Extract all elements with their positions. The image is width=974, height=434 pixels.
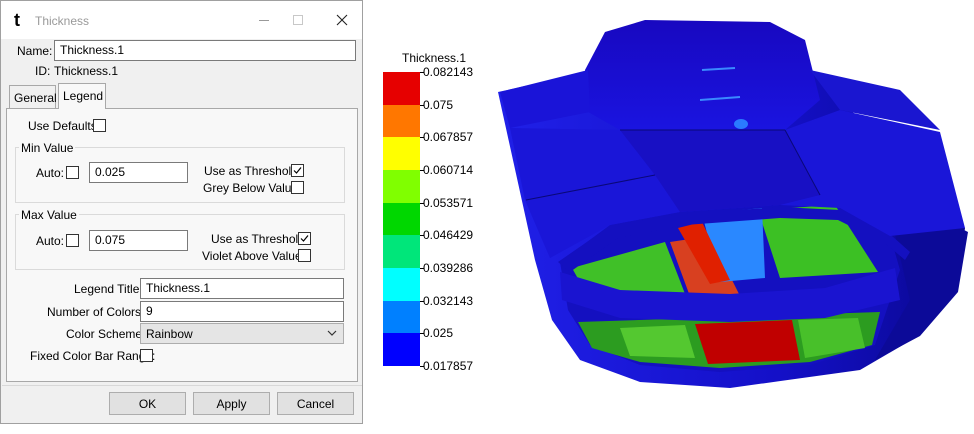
min-value-input[interactable]: 0.025	[89, 162, 188, 183]
name-label: Name:	[17, 44, 53, 58]
fixed-range-checkbox[interactable]	[140, 349, 153, 362]
id-value: Thickness.1	[54, 64, 119, 78]
floor-red	[695, 320, 800, 364]
legend-title: Thickness.1	[402, 51, 467, 65]
name-input[interactable]: Thickness.1	[54, 40, 356, 61]
fixed-range-label: Fixed Color Bar Range:	[30, 349, 156, 363]
ok-button[interactable]: OK	[109, 392, 186, 415]
maximize-icon[interactable]	[283, 8, 313, 32]
chevron-down-icon	[327, 330, 337, 336]
number-of-colors-label: Number of Colors:	[47, 305, 145, 319]
legend-tick-label: 0.032143	[423, 293, 474, 308]
min-threshold-checkbox[interactable]	[291, 164, 304, 177]
thickness-3d-model[interactable]	[480, 0, 974, 434]
max-auto-label: Auto:	[36, 234, 65, 248]
legend-tick-label: 0.017857	[423, 359, 474, 373]
legend-tick-label: 0.046429	[423, 228, 474, 243]
tab-general[interactable]: General	[9, 85, 57, 108]
number-of-colors-input[interactable]: 9	[140, 301, 344, 322]
legend-tick-label: 0.025	[423, 326, 454, 341]
grey-below-label: Grey Below Value:	[203, 181, 302, 195]
title-bar[interactable]: t Thickness	[1, 1, 362, 39]
legend-swatch	[383, 300, 420, 334]
legend-tick-label: 0.067857	[423, 130, 474, 145]
close-icon[interactable]	[327, 8, 357, 32]
checkmark-icon	[300, 235, 309, 242]
apply-button[interactable]: Apply	[193, 392, 270, 415]
color-legend-bar	[383, 72, 420, 366]
min-threshold-label: Use as Threshold:	[204, 164, 302, 178]
violet-above-checkbox[interactable]	[298, 249, 311, 262]
use-defaults-label: Use Defaults:	[28, 119, 101, 133]
violet-above-label: Violet Above Value:	[202, 249, 305, 263]
cancel-button[interactable]: Cancel	[277, 392, 354, 415]
legend-swatch	[383, 104, 420, 138]
window-title: Thickness	[35, 14, 90, 28]
color-scheme-label: Color Scheme:	[66, 327, 146, 341]
legend-tick-label: 0.082143	[423, 65, 474, 79]
id-label: ID:	[35, 64, 51, 78]
legend-swatch	[383, 137, 420, 170]
max-threshold-checkbox[interactable]	[298, 232, 311, 245]
legend-swatch	[383, 72, 420, 105]
floor-green-left	[620, 325, 695, 358]
max-threshold-label: Use as Threshold:	[211, 232, 309, 246]
t-logo-icon: t	[14, 10, 20, 30]
button-separator	[2, 385, 362, 386]
color-scheme-select[interactable]: Rainbow	[140, 323, 344, 344]
legend-swatch	[383, 169, 420, 203]
legend-swatch	[383, 235, 420, 268]
legend-swatch	[383, 267, 420, 301]
tab-legend[interactable]: Legend	[58, 83, 106, 109]
legend-tick-label: 0.053571	[423, 195, 474, 210]
legend-tab-panel: Use Defaults: Min Value Auto: 0.025 Use …	[6, 108, 358, 382]
legend-swatch	[383, 333, 420, 366]
mark-dot	[734, 119, 748, 129]
minimize-icon[interactable]	[249, 8, 279, 32]
legend-title-label: Legend Title:	[74, 282, 143, 296]
min-value-title: Min Value	[19, 141, 76, 155]
min-auto-label: Auto:	[36, 166, 65, 180]
thickness-dialog: t Thickness Name: Thickness.1 ID: Thickn…	[0, 0, 363, 424]
use-defaults-checkbox[interactable]	[93, 119, 106, 132]
grey-below-checkbox[interactable]	[291, 181, 304, 194]
max-value-input[interactable]: 0.075	[89, 230, 188, 251]
legend-tick-label: 0.075	[423, 97, 454, 112]
legend-tick-label: 0.039286	[423, 261, 474, 275]
legend-title-input[interactable]: Thickness.1	[140, 278, 344, 299]
color-scheme-value: Rainbow	[146, 327, 193, 341]
top-plateau	[585, 20, 820, 130]
legend-tick-label: 0.060714	[423, 163, 474, 177]
max-value-title: Max Value	[19, 208, 79, 222]
min-auto-checkbox[interactable]	[66, 166, 79, 179]
checkmark-icon	[293, 167, 302, 174]
legend-swatch	[383, 202, 420, 236]
max-auto-checkbox[interactable]	[66, 234, 79, 247]
